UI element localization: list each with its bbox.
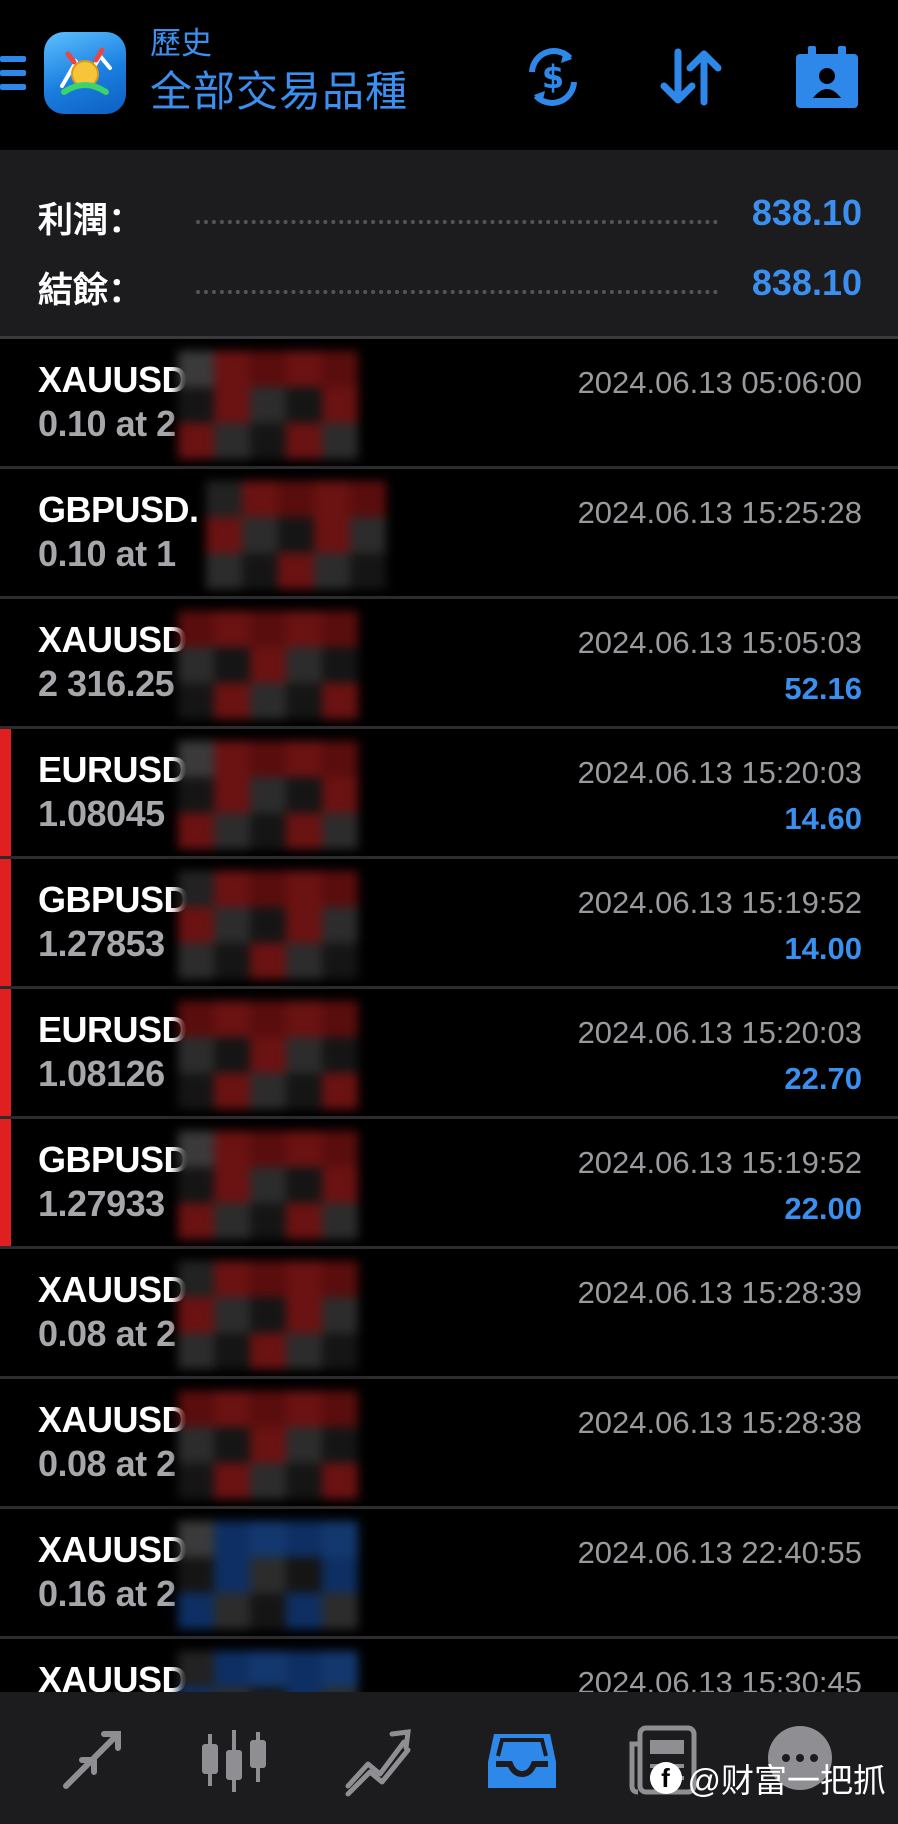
trade-chart-icon[interactable] — [338, 1720, 418, 1800]
redacted-area — [172, 999, 372, 1111]
deal-detail: 0.16 at 2 — [38, 1573, 176, 1614]
redacted-area — [172, 1259, 372, 1371]
profit-label: 利潤： — [38, 201, 144, 240]
history-tray-icon[interactable] — [482, 1720, 562, 1800]
deal-detail: 0.10 at 2 — [38, 403, 176, 444]
profit-row: 利潤： 838.10 — [0, 184, 898, 244]
deal-profit: 14.60 — [784, 801, 862, 836]
deal-detail: 1.08045 — [38, 793, 165, 834]
summary-panel: 利潤： 838.10 結餘： 838.10 — [0, 150, 898, 336]
deal-time: 2024.06.13 15:28:39 — [577, 1275, 862, 1310]
deal-profit: 14.00 — [784, 931, 862, 966]
quotes-arrows-icon[interactable] — [52, 1720, 132, 1800]
redacted-area — [172, 739, 372, 851]
deal-row[interactable]: GBPUSD 1.27853 2024.06.13 15:19:52 14.00 — [0, 859, 898, 989]
facebook-icon: f — [649, 1762, 682, 1794]
deal-symbol: GBPUSD. — [38, 489, 199, 530]
bottom-navigation: f @财富一把抓 — [0, 1692, 898, 1824]
redacted-area — [172, 869, 372, 981]
deal-row[interactable]: GBPUSD. 0.10 at 1 2024.06.13 15:25:28 — [0, 469, 898, 599]
deal-row[interactable]: GBPUSD. 1.27933 2024.06.13 15:19:52 22.00 — [0, 1119, 898, 1249]
deal-profit: 22.70 — [784, 1061, 862, 1096]
deal-time: 2024.06.13 15:25:28 — [577, 495, 862, 530]
watermark-text: @财富一把抓 — [687, 1762, 887, 1799]
redacted-area — [200, 479, 400, 591]
deal-row[interactable]: XAUUSD. 0.10 at 2 2024.06.13 05:06:00 — [0, 339, 898, 469]
deal-time: 2024.06.13 15:20:03 — [577, 1015, 862, 1050]
deal-symbol: XAUUSD — [38, 1529, 188, 1570]
deal-time: 2024.06.13 15:19:52 — [577, 885, 862, 920]
deal-row[interactable]: XAUUSD. 0.08 at 2 2024.06.13 15:28:38 — [0, 1379, 898, 1509]
deal-row[interactable]: XAUUSD 0.16 at 2 2024.06.13 22:40:55 — [0, 1509, 898, 1639]
metatrader-logo-icon — [44, 32, 126, 114]
deal-row[interactable]: XAUUSD 2 316.25 2024.06.13 15:05:03 52.16 — [0, 599, 898, 729]
app-header: 歷史 全部交易品種 $ — [0, 0, 898, 150]
deal-detail: 1.27933 — [38, 1183, 165, 1224]
deal-detail: 0.08 at 2 — [38, 1443, 176, 1484]
sort-arrows-icon[interactable] — [656, 42, 726, 112]
dollar-exchange-icon[interactable]: $ — [518, 42, 588, 112]
deal-time: 2024.06.13 15:20:03 — [577, 755, 862, 790]
title-block: 歷史 全部交易品種 — [150, 24, 408, 120]
deal-detail: 0.08 at 2 — [38, 1313, 176, 1354]
leader-dots — [196, 290, 718, 294]
deal-detail: 1.08126 — [38, 1053, 165, 1094]
calendar-person-icon[interactable] — [792, 42, 862, 112]
redacted-area — [172, 1519, 372, 1631]
profit-value: 838.10 — [751, 192, 862, 233]
page-title[interactable]: 全部交易品種 — [150, 64, 408, 120]
chart-candles-icon[interactable] — [194, 1720, 274, 1800]
balance-row: 結餘： 838.10 — [0, 254, 898, 314]
deal-symbol: XAUUSD — [38, 619, 188, 660]
deal-detail: 0.10 at 1 — [38, 533, 176, 574]
leader-dots — [196, 220, 718, 224]
deal-row[interactable]: EURUSD 1.08126 2024.06.13 15:20:03 22.70 — [0, 989, 898, 1119]
deal-symbol: EURUSD — [38, 1009, 188, 1050]
deal-symbol: GBPUSD — [38, 879, 190, 920]
watermark: f @财富一把抓 — [649, 1754, 887, 1802]
deal-time: 2024.06.13 22:40:55 — [577, 1535, 862, 1570]
menu-icon[interactable] — [0, 56, 26, 94]
deal-time: 2024.06.13 15:05:03 — [577, 625, 862, 660]
page-subtitle: 歷史 — [150, 26, 212, 61]
deal-time: 2024.06.13 15:19:52 — [577, 1145, 862, 1180]
deal-row[interactable]: EURUSD. 1.08045 2024.06.13 15:20:03 14.60 — [0, 729, 898, 859]
deal-time: 2024.06.13 15:28:38 — [577, 1405, 862, 1440]
deal-profit: 52.16 — [784, 671, 862, 706]
deal-detail: 1.27853 — [38, 923, 165, 964]
redacted-area — [172, 609, 372, 721]
deal-profit: 22.00 — [784, 1191, 862, 1226]
redacted-area — [172, 1389, 372, 1501]
deal-row[interactable]: XAUUSD. 0.08 at 2 2024.06.13 15:28:39 — [0, 1249, 898, 1379]
deal-list[interactable]: XAUUSD. 0.10 at 2 2024.06.13 05:06:00 GBPUS… — [0, 339, 898, 1769]
balance-value: 838.10 — [751, 262, 862, 303]
redacted-area — [172, 1129, 372, 1241]
svg-text:$: $ — [542, 58, 564, 96]
redacted-area — [172, 349, 372, 461]
balance-label: 結餘： — [38, 271, 144, 310]
deal-detail: 2 316.25 — [38, 663, 175, 704]
deal-time: 2024.06.13 05:06:00 — [577, 365, 862, 400]
